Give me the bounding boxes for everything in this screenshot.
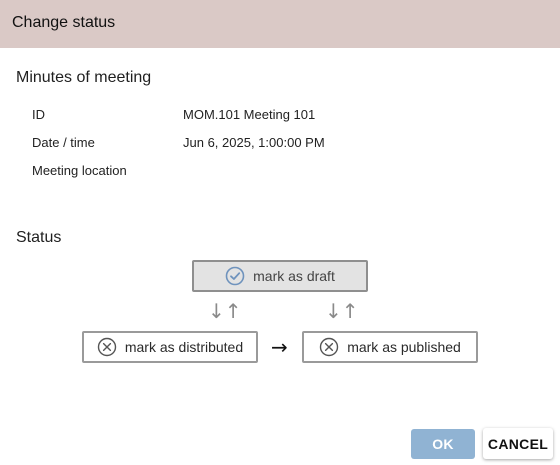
meeting-location-label: Meeting location bbox=[32, 163, 127, 178]
mark-as-distributed-label: mark as distributed bbox=[124, 339, 244, 355]
draft-published-arrows-icon: ↓↑ bbox=[325, 299, 359, 323]
mark-as-draft-label: mark as draft bbox=[253, 268, 335, 284]
dialog-title: Change status bbox=[12, 14, 116, 31]
x-circle-icon bbox=[97, 337, 117, 357]
dialog-titlebar: Change status bbox=[0, 0, 560, 48]
change-status-dialog: Change status Minutes of meeting ID MOM.… bbox=[0, 0, 560, 465]
cancel-button[interactable]: CANCEL bbox=[483, 428, 553, 459]
minutes-section-title: Minutes of meeting bbox=[16, 69, 152, 86]
status-section-title: Status bbox=[16, 229, 62, 246]
id-label: ID bbox=[32, 107, 45, 122]
right-arrow-icon: → bbox=[271, 335, 288, 359]
check-circle-icon bbox=[225, 266, 245, 286]
mark-as-published-button[interactable]: mark as published bbox=[302, 331, 478, 363]
mark-as-draft-button[interactable]: mark as draft bbox=[192, 260, 368, 292]
datetime-value: Jun 6, 2025, 1:00:00 PM bbox=[183, 135, 325, 150]
ok-button[interactable]: OK bbox=[411, 429, 475, 459]
datetime-label: Date / time bbox=[32, 135, 95, 150]
draft-distributed-arrows-icon: ↓↑ bbox=[208, 299, 242, 323]
mark-as-distributed-button[interactable]: mark as distributed bbox=[82, 331, 258, 363]
mark-as-published-label: mark as published bbox=[347, 339, 461, 355]
id-value: MOM.101 Meeting 101 bbox=[183, 107, 316, 122]
x-circle-icon bbox=[319, 337, 339, 357]
